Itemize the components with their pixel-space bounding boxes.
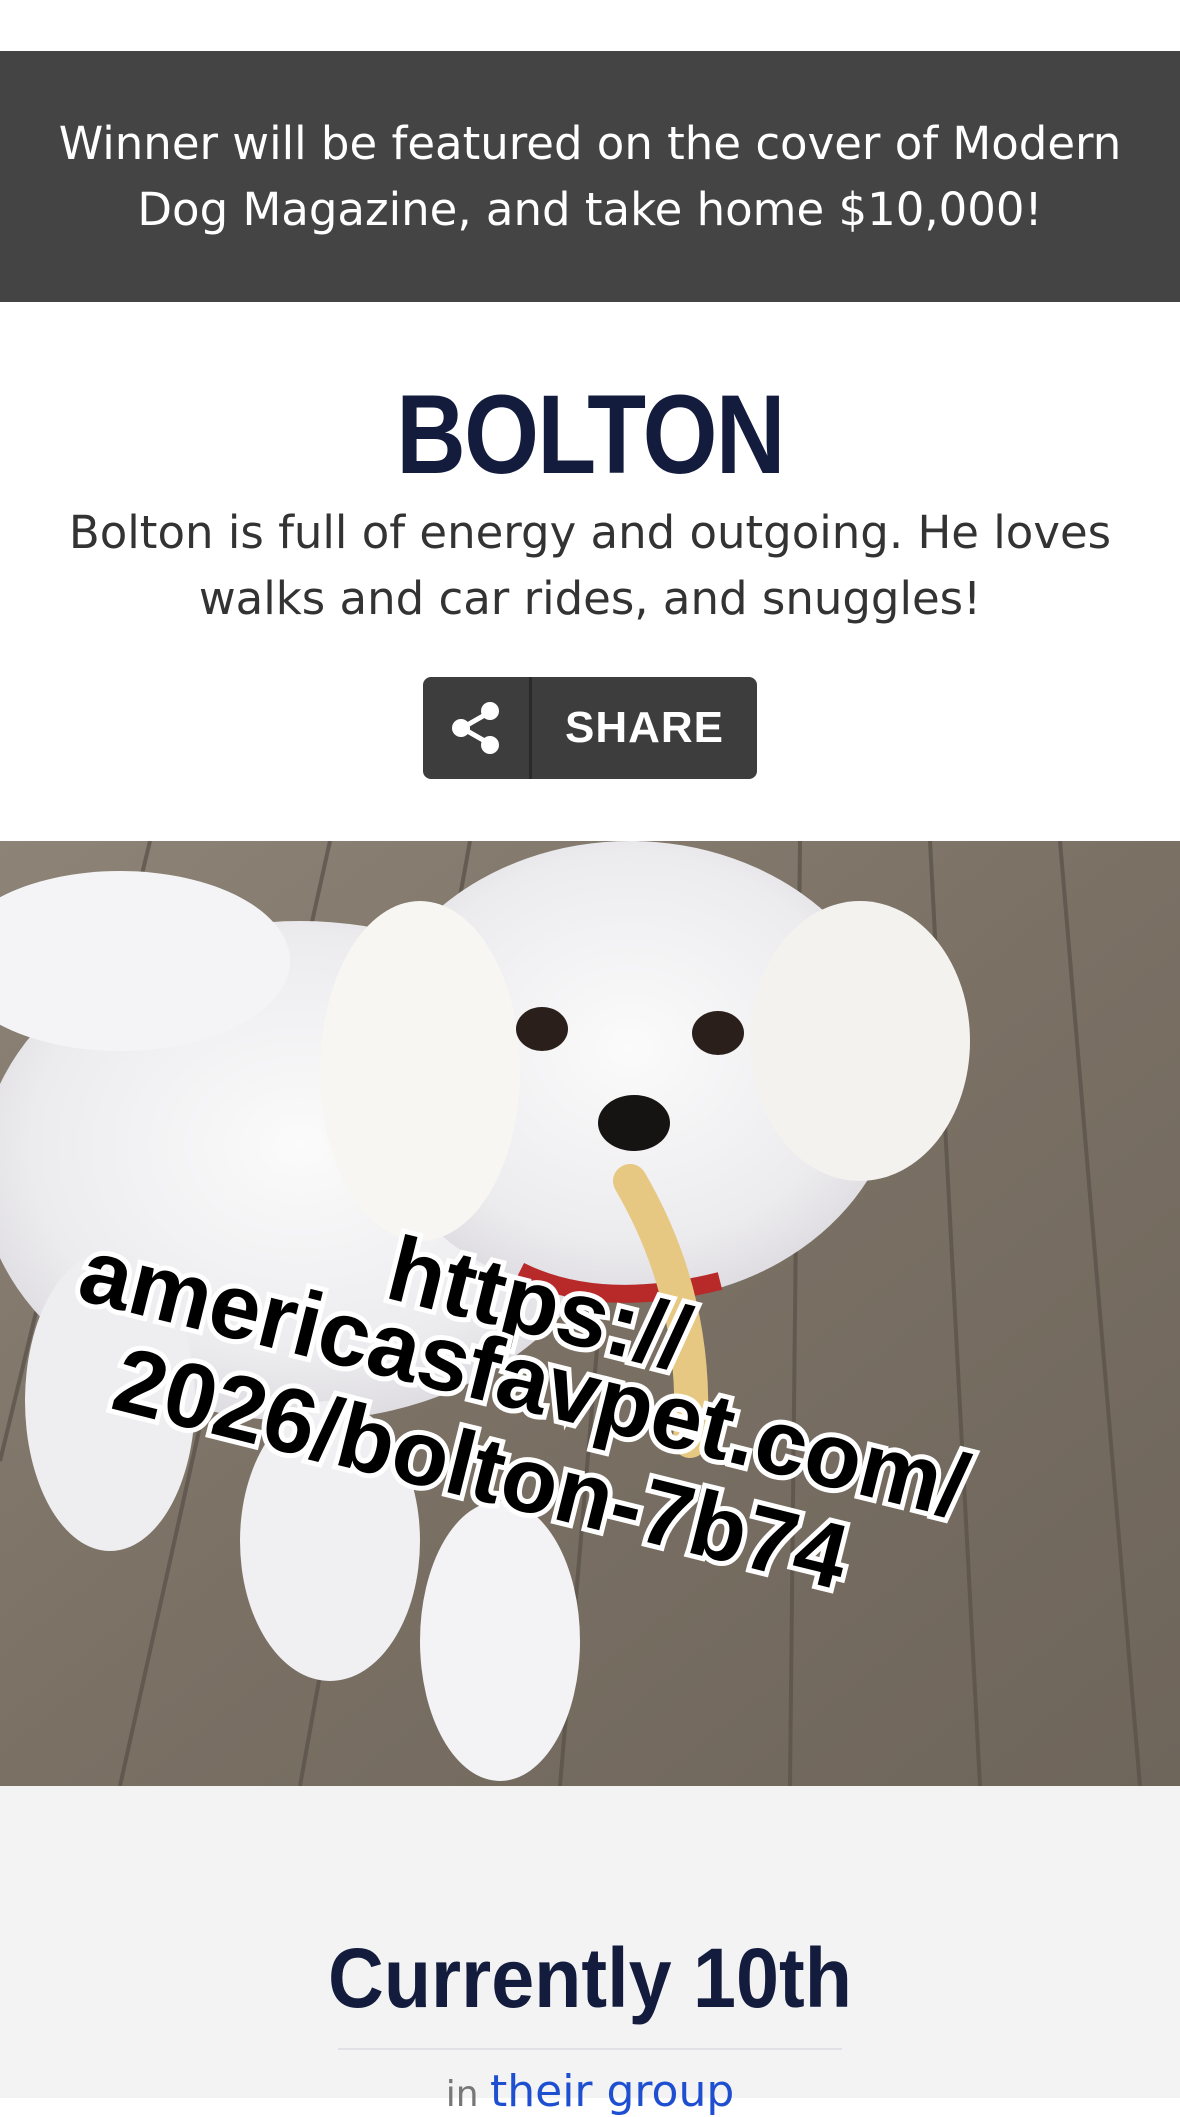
- pet-description: Bolton is full of energy and outgoing. H…: [68, 506, 1112, 625]
- share-icon: [423, 677, 532, 779]
- pet-photo-image: [0, 841, 1180, 1786]
- prize-banner-text: Winner will be featured on the cover of …: [58, 116, 1122, 236]
- pet-photo: https:// americasfavpet.com/ 2026/bolton…: [0, 841, 1180, 1786]
- ranking-subtitle: in their group: [0, 2066, 1180, 2117]
- top-spacer: [0, 0, 1180, 51]
- ranking-title: Currently 10th: [328, 1931, 852, 2025]
- share-button[interactable]: SHARE: [423, 677, 757, 779]
- pet-name: BOLTON: [396, 372, 785, 497]
- share-label: SHARE: [564, 703, 725, 752]
- divider: [338, 2048, 842, 2050]
- ranking-sub-prefix: in: [445, 2074, 479, 2115]
- group-link[interactable]: their group: [490, 2066, 734, 2117]
- prize-banner: Winner will be featured on the cover of …: [0, 51, 1180, 302]
- ranking-section: Currently 10th in their group: [0, 1786, 1180, 2117]
